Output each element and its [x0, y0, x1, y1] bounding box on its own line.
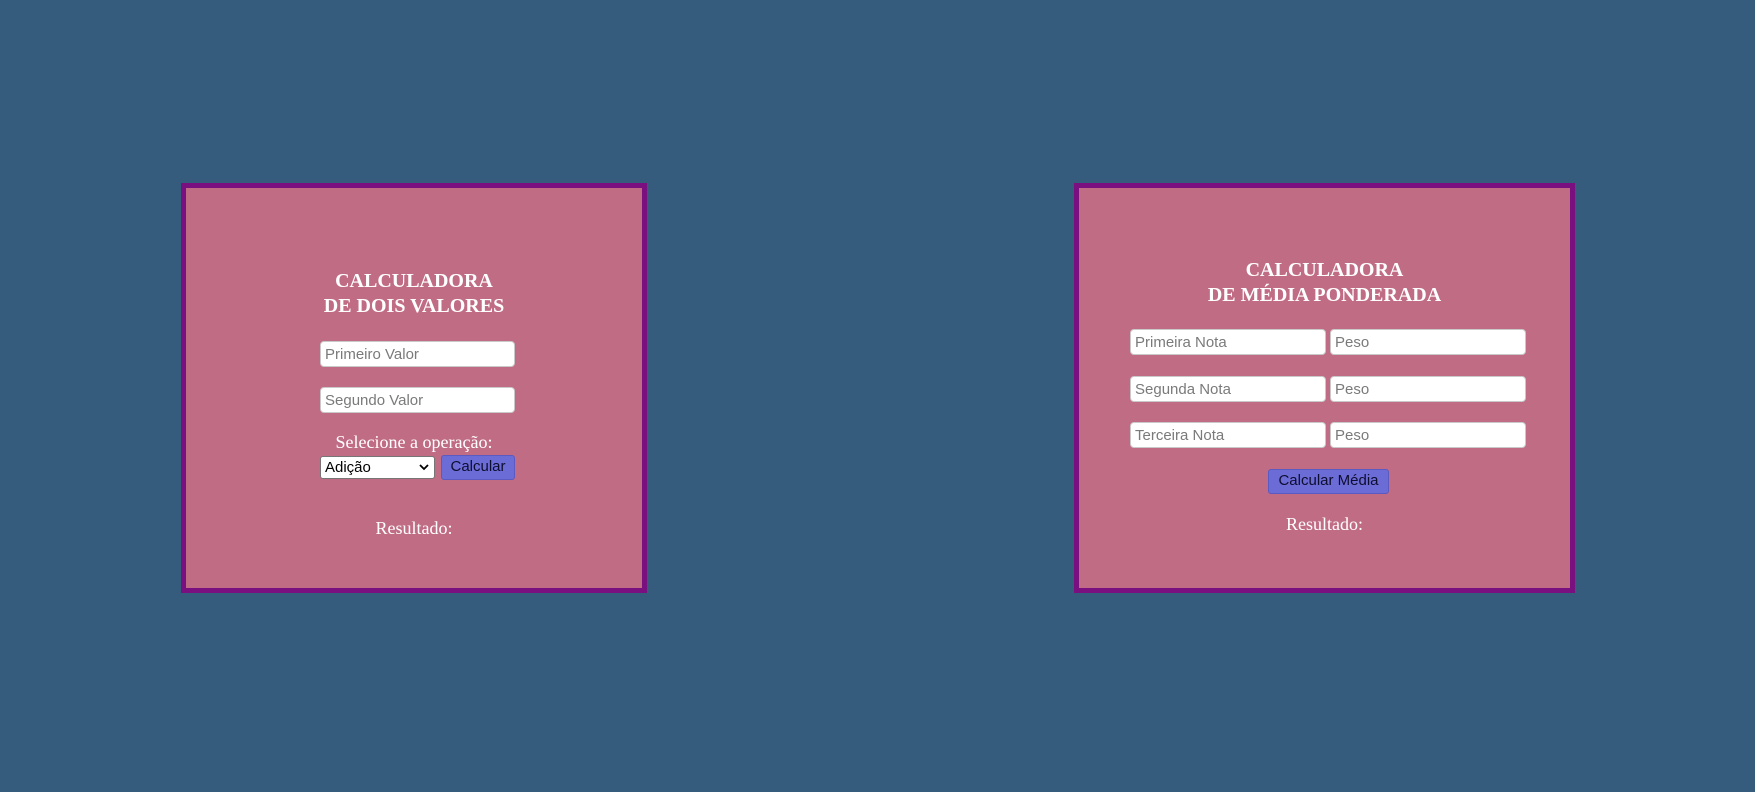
two-values-title-line2: DE DOIS VALORES: [323, 295, 505, 317]
first-value-input[interactable]: [320, 341, 515, 367]
weighted-average-calculator-panel: CALCULADORA DE MÉDIA PONDERADA Calcular …: [1074, 183, 1575, 593]
operation-select-value: Adição: [325, 459, 371, 476]
weighted-average-result-label: Resultado:: [1286, 514, 1363, 534]
first-weight-input[interactable]: [1330, 329, 1526, 355]
two-values-title: CALCULADORA DE DOIS VALORES: [186, 269, 642, 319]
third-grade-input[interactable]: [1130, 422, 1326, 448]
operation-select[interactable]: Adição: [320, 456, 435, 479]
second-value-input[interactable]: [320, 387, 515, 413]
first-grade-input[interactable]: [1130, 329, 1326, 355]
calculate-average-button[interactable]: Calcular Média: [1268, 469, 1389, 494]
second-grade-input[interactable]: [1130, 376, 1326, 402]
two-values-title-line1: CALCULADORA: [335, 270, 493, 292]
second-weight-input[interactable]: [1330, 376, 1526, 402]
weighted-average-title-line1: CALCULADORA: [1245, 259, 1404, 281]
third-weight-input[interactable]: [1330, 422, 1526, 448]
chevron-down-icon: [419, 464, 429, 471]
calculate-button[interactable]: Calcular: [441, 455, 515, 480]
two-values-result-label: Resultado:: [375, 518, 453, 538]
operation-label: Selecione a operação:: [335, 432, 493, 452]
two-values-calculator-panel: CALCULADORA DE DOIS VALORES Selecione a …: [181, 183, 647, 593]
weighted-average-title-line2: DE MÉDIA PONDERADA: [1207, 284, 1442, 306]
weighted-average-title: CALCULADORA DE MÉDIA PONDERADA: [1079, 258, 1570, 308]
